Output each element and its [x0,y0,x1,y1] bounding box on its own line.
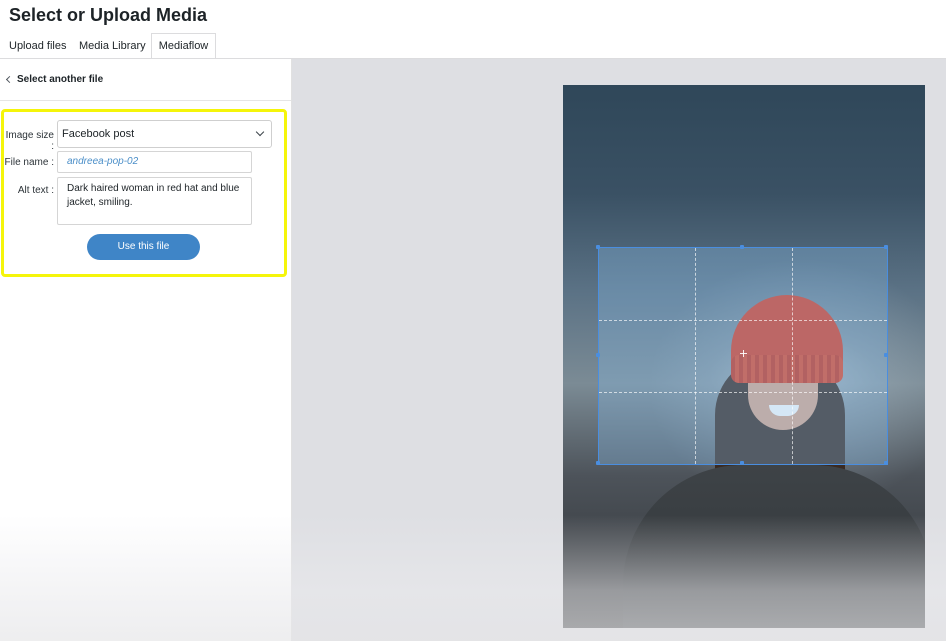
tab-media-library[interactable]: Media Library [79,34,149,59]
chevron-down-icon [255,127,265,137]
crop-grid-line [695,248,696,464]
crop-handle-top[interactable] [740,245,744,249]
crop-handle-top-right[interactable] [884,245,888,249]
crop-handle-left[interactable] [596,353,600,357]
alt-text-label: Alt text : [17,185,54,196]
file-name-field[interactable]: andreea-pop-02 [57,151,252,173]
crop-handle-bottom-left[interactable] [596,461,600,465]
tab-upload-files[interactable]: Upload files [9,34,69,59]
crop-handle-top-left[interactable] [596,245,600,249]
crop-handle-bottom[interactable] [740,461,744,465]
use-this-file-button[interactable]: Use this file [87,234,200,260]
back-link-label: Select another file [17,74,104,85]
select-another-file-link[interactable]: Select another file [5,74,104,85]
tab-mediaflow[interactable]: Mediaflow [151,33,216,60]
file-name-label: File name : [4,157,54,168]
media-tabs: Upload files Media Library Mediaflow [0,33,946,60]
alt-text-field[interactable]: Dark haired woman in red hat and blue ja… [57,177,252,225]
crop-handle-bottom-right[interactable] [884,461,888,465]
crop-handle-right[interactable] [884,353,888,357]
crop-grid-line [599,392,887,393]
crop-grid-line [599,320,887,321]
image-preview-area [292,59,946,641]
image-size-select[interactable]: Facebook post [57,120,272,148]
crop-center-marker [740,350,747,357]
image-size-value: Facebook post [62,128,135,140]
sidebar: Select another file Image size : Faceboo… [0,59,292,641]
modal-title: Select or Upload Media [9,5,208,25]
chevron-left-icon [5,75,14,84]
crop-grid-line [792,248,793,464]
image-jacket [623,465,925,628]
image-size-label: Image size : [5,130,54,152]
crop-selection[interactable] [596,245,888,465]
sidebar-divider [0,100,291,101]
